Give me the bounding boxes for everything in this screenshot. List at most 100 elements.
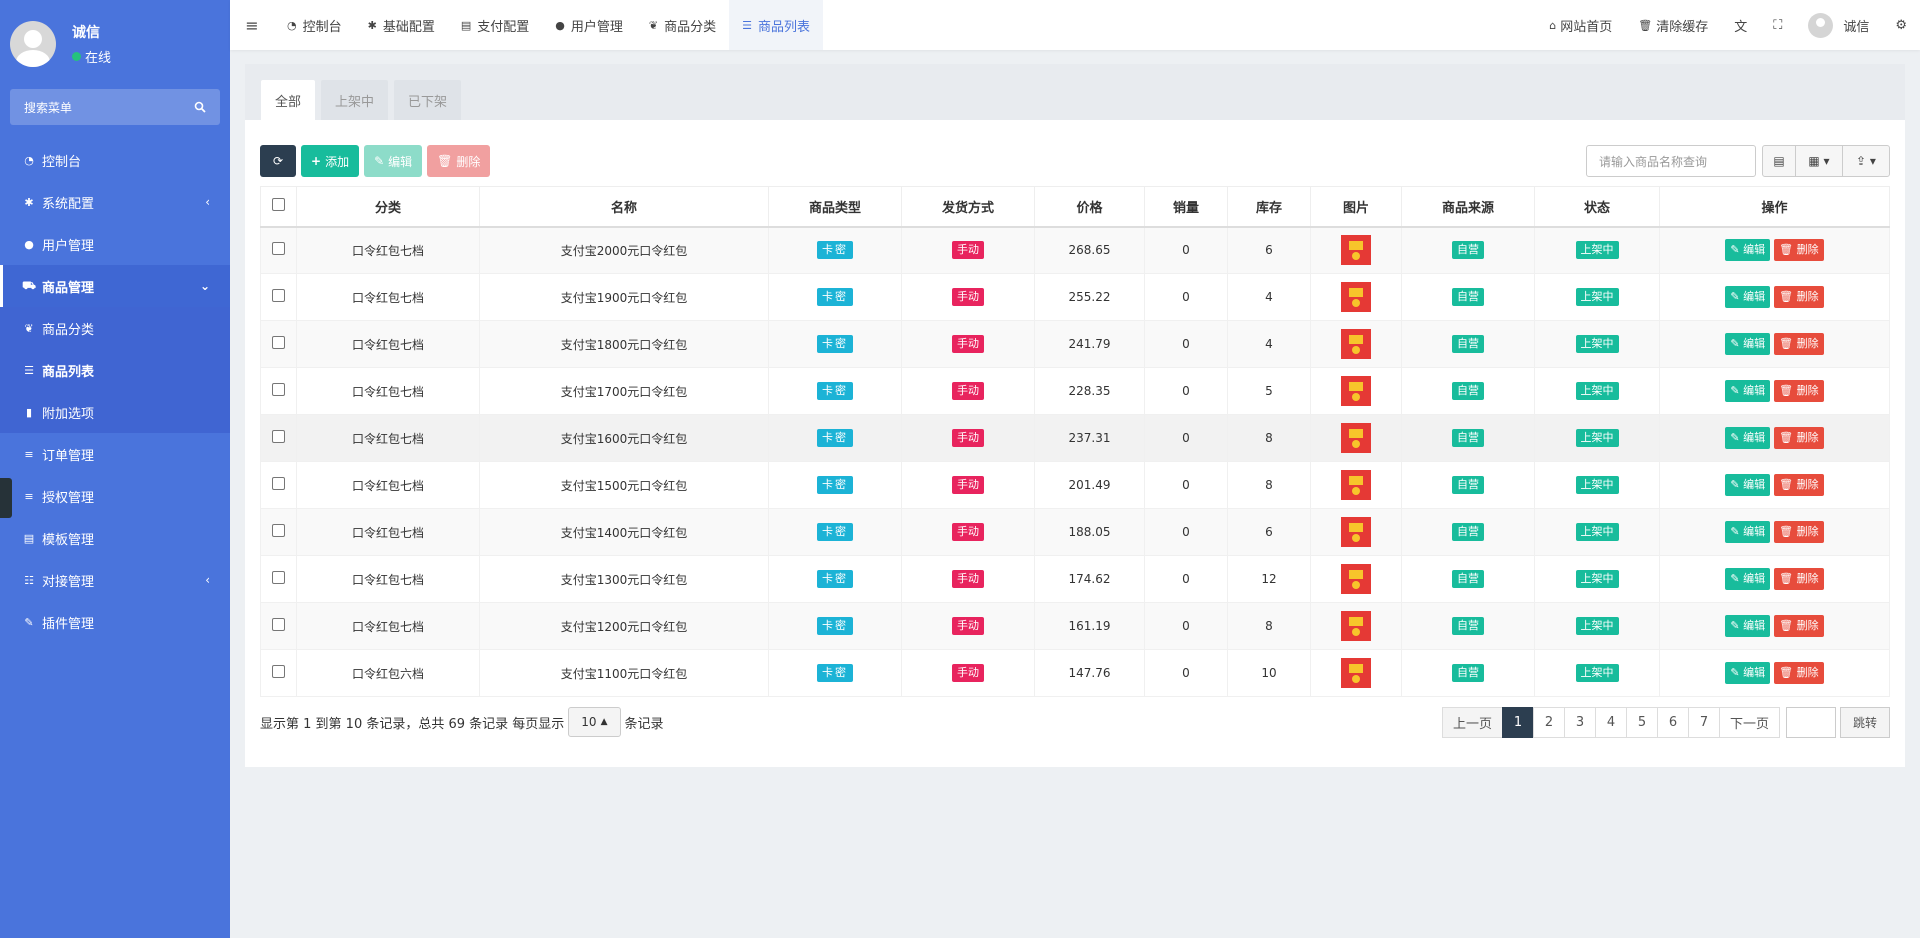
page-button-3[interactable]: 3 bbox=[1563, 706, 1596, 738]
product-thumbnail[interactable] bbox=[1341, 517, 1371, 547]
tab-dashboard[interactable]: ◔ 控制台 bbox=[274, 0, 355, 50]
refresh-button[interactable]: ⟳ bbox=[260, 145, 296, 177]
col-price[interactable]: 价格 bbox=[1034, 186, 1145, 228]
columns-button[interactable]: ▦ ▾ bbox=[1795, 145, 1843, 177]
status-badge[interactable]: 上架中 bbox=[1575, 617, 1619, 635]
row-delete-button[interactable]: 🗑 删除 bbox=[1774, 568, 1824, 590]
row-checkbox[interactable] bbox=[272, 618, 285, 631]
side-drawer-handle[interactable] bbox=[0, 478, 12, 518]
row-delete-button[interactable]: 🗑 删除 bbox=[1774, 286, 1824, 308]
page-button-7[interactable]: 7 bbox=[1687, 706, 1720, 738]
row-delete-button[interactable]: 🗑 删除 bbox=[1774, 662, 1824, 684]
status-badge[interactable]: 上架中 bbox=[1575, 429, 1619, 447]
row-delete-button[interactable]: 🗑 删除 bbox=[1774, 521, 1824, 543]
goods-search-input[interactable]: 请输入商品名称查询 bbox=[1586, 145, 1756, 177]
col-name[interactable]: 名称 bbox=[479, 186, 769, 228]
page-size-select[interactable]: 10 ▲ bbox=[568, 707, 621, 737]
row-checkbox[interactable] bbox=[272, 383, 285, 396]
language-icon[interactable]: 文 bbox=[1721, 16, 1760, 35]
tab-goods-category[interactable]: ❦ 商品分类 bbox=[636, 0, 729, 50]
row-edit-button[interactable]: ✎ 编辑 bbox=[1725, 333, 1771, 355]
sidebar-item-plugins[interactable]: ✎ 插件管理 bbox=[0, 601, 230, 643]
table-row[interactable]: 口令红包七档 支付宝1800元口令红包 卡密 手动 241.79 0 4 自营 上架中 ✎ 编辑 🗑… bbox=[260, 320, 1890, 368]
jump-button[interactable]: 跳转 bbox=[1839, 706, 1890, 738]
sidebar-item-orders[interactable]: ≡ 订单管理 bbox=[0, 433, 230, 475]
product-thumbnail[interactable] bbox=[1341, 564, 1371, 594]
add-button[interactable]: + 添加 bbox=[301, 145, 360, 177]
table-row[interactable]: 口令红包七档 支付宝2000元口令红包 卡密 手动 268.65 0 6 自营 上架中 ✎ 编辑 🗑… bbox=[260, 226, 1890, 274]
page-button-6[interactable]: 6 bbox=[1656, 706, 1689, 738]
menu-search-input[interactable]: 搜索菜单 bbox=[10, 89, 220, 125]
table-row[interactable]: 口令红包七档 支付宝1500元口令红包 卡密 手动 201.49 0 8 自营 上架中 ✎ 编辑 🗑… bbox=[260, 461, 1890, 509]
table-row[interactable]: 口令红包七档 支付宝1600元口令红包 卡密 手动 237.31 0 8 自营 上架中 ✎ 编辑 🗑… bbox=[260, 414, 1890, 462]
product-thumbnail[interactable] bbox=[1341, 470, 1371, 500]
jump-page-input[interactable] bbox=[1785, 706, 1836, 738]
row-edit-button[interactable]: ✎ 编辑 bbox=[1725, 615, 1771, 637]
fullscreen-icon[interactable]: ⛶ bbox=[1760, 18, 1795, 33]
col-type[interactable]: 商品类型 bbox=[768, 186, 902, 228]
row-edit-button[interactable]: ✎ 编辑 bbox=[1725, 521, 1771, 543]
row-delete-button[interactable]: 🗑 删除 bbox=[1774, 239, 1824, 262]
toggle-view-button[interactable]: ▤ bbox=[1762, 145, 1796, 177]
row-edit-button[interactable]: ✎ 编辑 bbox=[1725, 427, 1771, 449]
sidebar-item-dashboard[interactable]: ◔ 控制台 bbox=[0, 139, 230, 181]
page-button-4[interactable]: 4 bbox=[1594, 706, 1627, 738]
row-checkbox[interactable] bbox=[272, 524, 285, 537]
product-thumbnail[interactable] bbox=[1341, 611, 1371, 641]
status-badge[interactable]: 上架中 bbox=[1575, 288, 1619, 306]
status-badge[interactable]: 上架中 bbox=[1575, 241, 1619, 260]
select-all-checkbox[interactable] bbox=[272, 197, 285, 211]
row-edit-button[interactable]: ✎ 编辑 bbox=[1725, 380, 1771, 402]
row-checkbox[interactable] bbox=[272, 242, 285, 256]
row-checkbox[interactable] bbox=[272, 477, 285, 490]
status-badge[interactable]: 上架中 bbox=[1575, 476, 1619, 494]
tab-on-sale[interactable]: 上架中 bbox=[321, 80, 389, 120]
page-button-1[interactable]: 1 bbox=[1501, 706, 1534, 738]
row-delete-button[interactable]: 🗑 删除 bbox=[1774, 380, 1824, 402]
table-row[interactable]: 口令红包七档 支付宝1200元口令红包 卡密 手动 161.19 0 8 自营 上架中 ✎ 编辑 🗑… bbox=[260, 602, 1890, 650]
tab-user-management[interactable]: ● 用户管理 bbox=[542, 0, 636, 50]
col-category[interactable]: 分类 bbox=[296, 186, 480, 228]
site-home-link[interactable]: ⌂ 网站首页 bbox=[1536, 16, 1625, 35]
row-delete-button[interactable]: 🗑 删除 bbox=[1774, 427, 1824, 449]
sidebar-item-goods-list[interactable]: ☰ 商品列表 bbox=[0, 349, 230, 391]
row-checkbox[interactable] bbox=[272, 665, 285, 678]
tab-all[interactable]: 全部 bbox=[261, 80, 316, 120]
sidebar-item-users[interactable]: ● 用户管理 bbox=[0, 223, 230, 265]
product-thumbnail[interactable] bbox=[1341, 376, 1371, 406]
sidebar-item-license[interactable]: ≡ 授权管理 bbox=[0, 475, 230, 517]
status-badge[interactable]: 上架中 bbox=[1575, 523, 1619, 541]
row-edit-button[interactable]: ✎ 编辑 bbox=[1725, 662, 1771, 684]
settings-icon[interactable]: ⚙ bbox=[1882, 18, 1920, 33]
product-thumbnail[interactable] bbox=[1341, 282, 1371, 312]
table-row[interactable]: 口令红包六档 支付宝1100元口令红包 卡密 手动 147.76 0 10 自营 上架中 ✎ 编辑… bbox=[260, 649, 1890, 697]
sidebar-item-goods[interactable]: ⛟ 商品管理 ⌄ bbox=[0, 265, 230, 307]
delete-button[interactable]: 🗑 删除 bbox=[427, 145, 491, 177]
next-page-button[interactable]: 下一页 bbox=[1718, 706, 1780, 738]
table-row[interactable]: 口令红包七档 支付宝1400元口令红包 卡密 手动 188.05 0 6 自营 上架中 ✎ 编辑 🗑… bbox=[260, 508, 1890, 556]
product-thumbnail[interactable] bbox=[1341, 423, 1371, 453]
table-row[interactable]: 口令红包七档 支付宝1900元口令红包 卡密 手动 255.22 0 4 自营 上架中 ✎ 编辑 🗑… bbox=[260, 273, 1890, 321]
table-row[interactable]: 口令红包七档 支付宝1700元口令红包 卡密 手动 228.35 0 5 自营 上架中 ✎ 编辑 🗑… bbox=[260, 367, 1890, 415]
row-checkbox[interactable] bbox=[272, 336, 285, 349]
tab-goods-list[interactable]: ☰ 商品列表 bbox=[729, 0, 824, 50]
row-checkbox[interactable] bbox=[272, 571, 285, 584]
tab-payment-config[interactable]: ▤ 支付配置 bbox=[448, 0, 542, 50]
menu-toggle-icon[interactable]: ≡ bbox=[230, 16, 274, 35]
page-button-2[interactable]: 2 bbox=[1532, 706, 1565, 738]
row-delete-button[interactable]: 🗑 删除 bbox=[1774, 474, 1824, 496]
col-sales[interactable]: 销量 bbox=[1144, 186, 1228, 228]
table-row[interactable]: 口令红包七档 支付宝1300元口令红包 卡密 手动 174.62 0 12 自营 上架中 ✎ 编辑… bbox=[260, 555, 1890, 603]
status-badge[interactable]: 上架中 bbox=[1575, 382, 1619, 400]
status-badge[interactable]: 上架中 bbox=[1575, 570, 1619, 588]
col-stock[interactable]: 库存 bbox=[1227, 186, 1311, 228]
row-checkbox[interactable] bbox=[272, 289, 285, 302]
export-button[interactable]: ⇪ ▾ bbox=[1842, 145, 1890, 177]
col-delivery[interactable]: 发货方式 bbox=[901, 186, 1035, 228]
col-status[interactable]: 状态 bbox=[1534, 186, 1660, 228]
col-source[interactable]: 商品来源 bbox=[1401, 186, 1535, 228]
sidebar-item-goods-category[interactable]: ❦ 商品分类 bbox=[0, 307, 230, 349]
prev-page-button[interactable]: 上一页 bbox=[1441, 706, 1503, 738]
row-edit-button[interactable]: ✎ 编辑 bbox=[1725, 568, 1771, 590]
row-delete-button[interactable]: 🗑 删除 bbox=[1774, 615, 1824, 637]
